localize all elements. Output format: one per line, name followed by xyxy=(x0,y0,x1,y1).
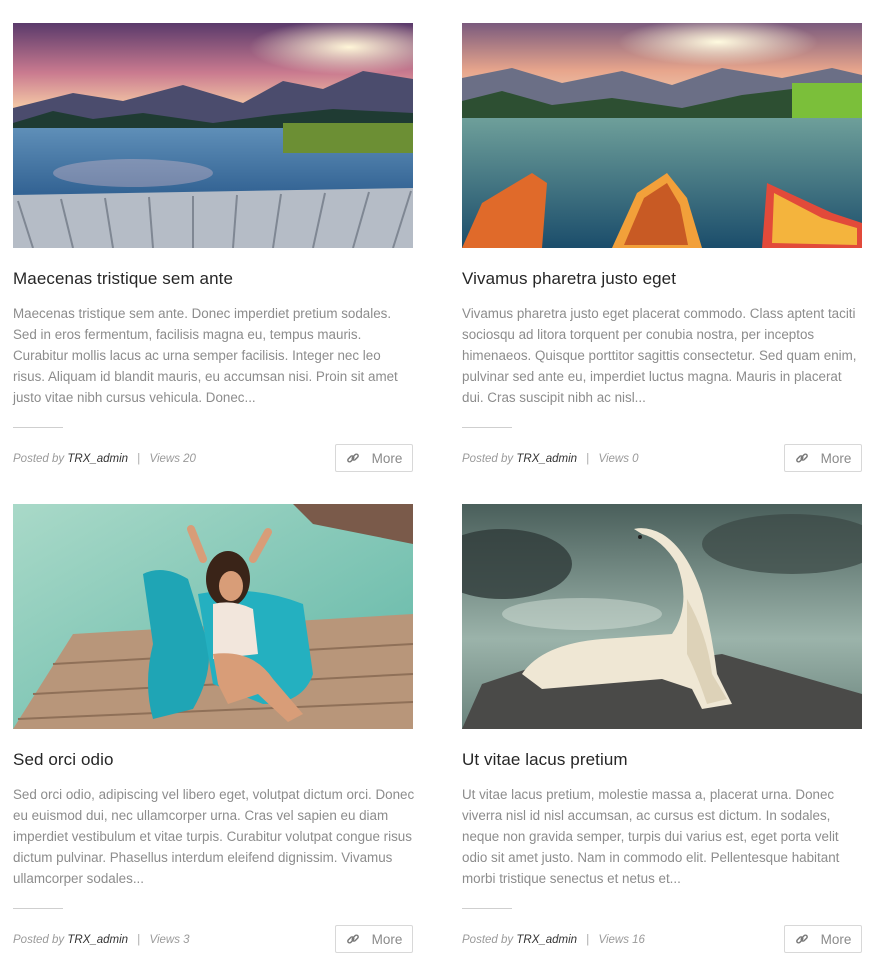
post-meta: Posted by TRX_admin | Views 16 xyxy=(462,934,645,946)
post-title[interactable]: Vivamus pharetra justo eget xyxy=(462,269,676,289)
lake-boats-image xyxy=(462,23,862,248)
link-icon xyxy=(346,932,360,946)
meta-separator: | xyxy=(586,934,590,946)
polar-bear-image xyxy=(462,504,862,729)
post-meta: Posted by TRX_admin | Views 20 xyxy=(13,453,196,465)
post-excerpt: Ut vitae lacus pretium, molestie massa a… xyxy=(462,787,840,886)
more-label: More xyxy=(820,931,852,947)
more-label: More xyxy=(371,450,403,466)
more-button[interactable]: More xyxy=(335,444,413,472)
divider xyxy=(462,908,512,909)
post-thumbnail-pool[interactable] xyxy=(13,504,413,729)
post-excerpt: Maecenas tristique sem ante. Donec imper… xyxy=(13,306,398,405)
link-icon xyxy=(795,932,809,946)
meta-separator: | xyxy=(137,453,141,465)
post-card: Maecenas tristique sem ante Maecenas tri… xyxy=(13,23,413,472)
post-author-link[interactable]: TRX_admin xyxy=(67,453,128,465)
meta-separator: | xyxy=(137,934,141,946)
post-thumbnail-polar-bear[interactable] xyxy=(462,504,862,729)
post-title[interactable]: Maecenas tristique sem ante xyxy=(13,269,233,289)
post-title[interactable]: Ut vitae lacus pretium xyxy=(462,750,628,770)
posted-by-label: Posted by xyxy=(462,934,514,946)
post-thumbnail-lake-boats[interactable] xyxy=(462,23,862,248)
posted-by-label: Posted by xyxy=(462,453,514,465)
divider xyxy=(13,427,63,428)
post-card: Vivamus pharetra justo eget Vivamus phar… xyxy=(462,23,862,472)
posts-grid: Maecenas tristique sem ante Maecenas tri… xyxy=(0,0,879,970)
post-card: Sed orci odio Sed orci odio, adipiscing … xyxy=(13,504,414,953)
posted-by-label: Posted by xyxy=(13,453,65,465)
woman-pool-image xyxy=(13,504,413,729)
meta-separator: | xyxy=(586,453,590,465)
post-author-link[interactable]: TRX_admin xyxy=(516,453,577,465)
post-title[interactable]: Sed orci odio xyxy=(13,750,114,770)
post-thumbnail-mountain-lake[interactable] xyxy=(13,23,413,248)
divider xyxy=(13,908,63,909)
more-label: More xyxy=(371,931,403,947)
post-meta: Posted by TRX_admin | Views 0 xyxy=(462,453,639,465)
link-icon xyxy=(795,451,809,465)
more-button[interactable]: More xyxy=(784,925,862,953)
post-excerpt: Vivamus pharetra justo eget placerat com… xyxy=(462,306,857,405)
mountain-lake-image xyxy=(13,23,413,248)
link-icon xyxy=(346,451,360,465)
more-button[interactable]: More xyxy=(784,444,862,472)
more-button[interactable]: More xyxy=(335,925,413,953)
post-views: Views 20 xyxy=(149,453,196,465)
post-views: Views 3 xyxy=(149,934,190,946)
more-label: More xyxy=(820,450,852,466)
posted-by-label: Posted by xyxy=(13,934,65,946)
post-author-link[interactable]: TRX_admin xyxy=(67,934,128,946)
post-views: Views 16 xyxy=(598,934,645,946)
post-card: Ut vitae lacus pretium Ut vitae lacus pr… xyxy=(462,504,862,953)
post-author-link[interactable]: TRX_admin xyxy=(516,934,577,946)
post-meta: Posted by TRX_admin | Views 3 xyxy=(13,934,190,946)
post-excerpt: Sed orci odio, adipiscing vel libero ege… xyxy=(13,787,415,886)
post-views: Views 0 xyxy=(598,453,639,465)
divider xyxy=(462,427,512,428)
